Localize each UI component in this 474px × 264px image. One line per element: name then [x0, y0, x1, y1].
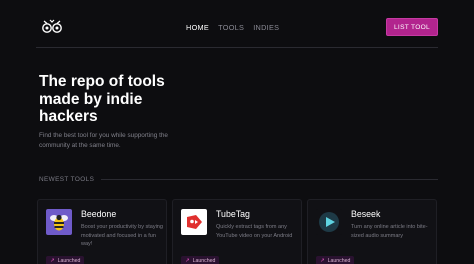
- tool-name[interactable]: Beseek: [351, 209, 380, 219]
- section-divider: [101, 179, 438, 180]
- hero-subtitle: Find the best tool for you while support…: [39, 132, 168, 149]
- status-text: Launched: [57, 258, 81, 264]
- tool-description: Boost your productivity by staying motiv…: [81, 224, 163, 248]
- status-text: Launched: [192, 258, 216, 264]
- nav-tools[interactable]: TOOLS: [218, 23, 244, 32]
- page: HOME TOOLS INDIES LIST TOOL The repo of …: [0, 0, 474, 264]
- tool-cards: Beedone Boost your productivity by stayi…: [37, 199, 437, 264]
- status-badge: ↗ Launched: [316, 256, 355, 264]
- status-badge: ↗ Launched: [181, 256, 220, 264]
- tool-description: Quickly extract tags from any YouTube vi…: [216, 224, 293, 239]
- tool-name[interactable]: TubeTag: [216, 209, 250, 219]
- tool-description: Turn any online article into bite-sized …: [351, 224, 428, 239]
- header-divider: [36, 47, 438, 48]
- tool-card-beseek[interactable]: Beseek Turn any online article into bite…: [307, 199, 437, 264]
- tool-card-beedone[interactable]: Beedone Boost your productivity by stayi…: [37, 199, 167, 264]
- rocket-icon: ↗: [320, 258, 325, 264]
- logo-icon[interactable]: [40, 17, 64, 35]
- main-nav: HOME TOOLS INDIES: [186, 23, 279, 32]
- section-title: NEWEST TOOLS: [39, 176, 95, 183]
- bee-icon: [46, 209, 72, 235]
- tool-card-tubetag[interactable]: TubeTag Quickly extract tags from any Yo…: [172, 199, 302, 264]
- tool-name[interactable]: Beedone: [81, 209, 116, 219]
- status-text: Launched: [327, 258, 351, 264]
- hero-title: The repo of tools made by indie hackers: [39, 73, 165, 125]
- newest-tools-header: NEWEST TOOLS: [39, 176, 438, 183]
- status-badge: ↗ Launched: [46, 256, 85, 264]
- nav-home[interactable]: HOME: [186, 23, 209, 32]
- rocket-icon: ↗: [185, 258, 190, 264]
- play-icon: [316, 209, 342, 235]
- rocket-icon: ↗: [50, 258, 55, 264]
- tag-icon: [181, 209, 207, 235]
- list-tool-button[interactable]: LIST TOOL: [386, 18, 438, 36]
- nav-indies[interactable]: INDIES: [253, 23, 279, 32]
